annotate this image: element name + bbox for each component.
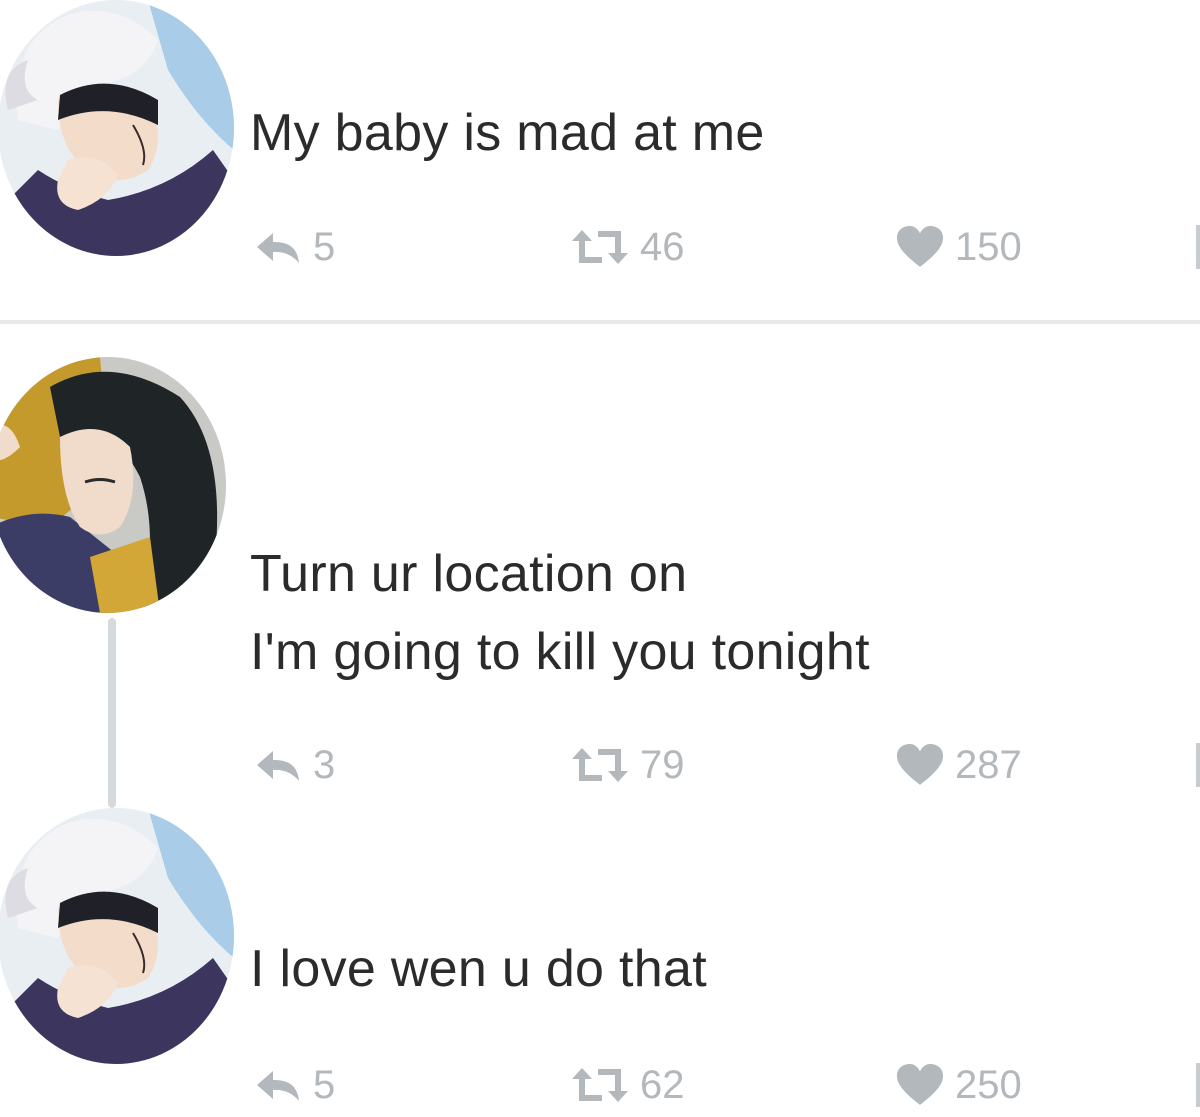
tweet-actions: 5 46 150	[0, 222, 1200, 272]
tweet-text-line: I love wen u do that	[250, 940, 707, 998]
like-count: 150	[955, 225, 1022, 269]
retweet-icon	[568, 745, 632, 785]
tweet-text-line: My baby is mad at me	[250, 104, 765, 162]
retweet-icon	[568, 1065, 632, 1105]
reply-button[interactable]: 3	[255, 740, 335, 790]
retweet-icon	[568, 227, 632, 267]
reply-icon	[255, 1065, 305, 1105]
heart-icon	[893, 743, 947, 787]
more-menu-edge[interactable]	[1196, 225, 1200, 269]
reply-icon	[255, 745, 305, 785]
like-count: 250	[955, 1063, 1022, 1107]
reply-button[interactable]: 5	[255, 222, 335, 272]
tweet-text-line: Turn ur location on	[250, 545, 688, 603]
tweet-text: Turn ur location on I'm going to kill yo…	[250, 535, 870, 691]
retweet-button[interactable]: 62	[568, 1060, 685, 1110]
more-menu-edge[interactable]	[1196, 1063, 1200, 1107]
retweet-count: 46	[640, 225, 685, 269]
tweet-actions: 3 79 287	[0, 740, 1200, 790]
white-haired-character-avatar[interactable]	[0, 808, 234, 1064]
retweet-count: 62	[640, 1063, 685, 1107]
more-menu-edge[interactable]	[1196, 743, 1200, 787]
like-count: 287	[955, 743, 1022, 787]
reply-count: 3	[313, 743, 336, 787]
retweet-count: 79	[640, 743, 685, 787]
tweet-text: My baby is mad at me	[250, 94, 765, 172]
tweet-thread: My baby is mad at me 5 46 150 Turn ur lo…	[0, 0, 1200, 1117]
reply-icon	[255, 227, 305, 267]
tweet-actions: 5 62 250	[0, 1060, 1200, 1110]
retweet-button[interactable]: 79	[568, 740, 685, 790]
reply-count: 5	[313, 225, 336, 269]
like-button[interactable]: 150	[893, 222, 1022, 272]
white-haired-character-avatar[interactable]	[0, 0, 234, 256]
retweet-button[interactable]: 46	[568, 222, 685, 272]
reply-button[interactable]: 5	[255, 1060, 335, 1110]
black-haired-character-avatar[interactable]	[0, 357, 226, 613]
tweet-text-line: I'm going to kill you tonight	[250, 623, 870, 681]
heart-icon	[893, 225, 947, 269]
heart-icon	[893, 1063, 947, 1107]
tweet-text: I love wen u do that	[250, 930, 707, 1008]
reply-count: 5	[313, 1063, 336, 1107]
like-button[interactable]: 287	[893, 740, 1022, 790]
tweet-divider	[0, 320, 1200, 324]
like-button[interactable]: 250	[893, 1060, 1022, 1110]
